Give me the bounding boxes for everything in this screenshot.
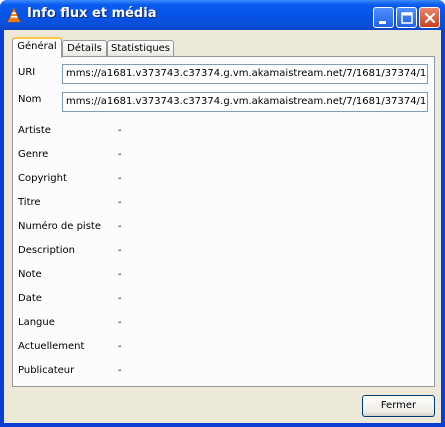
uri-field[interactable]: mms://a1681.v373743.c37374.g.vm.akamaist…: [62, 64, 428, 84]
description-value: -: [118, 245, 122, 256]
tab-statistiques[interactable]: Statistiques: [107, 40, 174, 57]
artiste-label: Artiste: [18, 125, 51, 136]
tab-general[interactable]: Général: [12, 37, 62, 58]
dialog-window: Info flux et média Général Détails Stati…: [0, 0, 445, 427]
note-value: -: [118, 269, 122, 280]
close-button[interactable]: [419, 7, 440, 28]
nom-label: Nom: [18, 94, 42, 105]
copyright-value: -: [118, 173, 122, 184]
genre-value: -: [118, 149, 122, 160]
dialog-client-area: Général Détails Statistiques URI mms://a…: [4, 30, 441, 423]
numero-piste-value: -: [118, 221, 122, 232]
publicateur-value: -: [118, 365, 122, 376]
genre-label: Genre: [18, 149, 49, 160]
date-label: Date: [18, 293, 42, 304]
window-bottom-border: [0, 423, 445, 427]
window-title: Info flux et média: [27, 6, 157, 21]
date-value: -: [118, 293, 122, 304]
numero-piste-label: Numéro de piste: [18, 221, 101, 232]
minimize-button[interactable]: [373, 7, 394, 28]
general-panel: URI mms://a1681.v373743.c37374.g.vm.akam…: [12, 56, 435, 387]
artiste-value: -: [118, 125, 122, 136]
langue-label: Langue: [18, 317, 55, 328]
minimize-icon: [379, 21, 386, 24]
maximize-button[interactable]: [396, 7, 417, 28]
publicateur-label: Publicateur: [18, 365, 75, 376]
titre-label: Titre: [18, 197, 41, 208]
uri-label: URI: [18, 67, 36, 78]
actuellement-label: Actuellement: [18, 341, 85, 352]
langue-value: -: [118, 317, 122, 328]
copyright-label: Copyright: [18, 173, 67, 184]
actuellement-value: -: [118, 341, 122, 352]
maximize-icon: [401, 12, 413, 24]
title-bar[interactable]: Info flux et média: [0, 0, 445, 30]
tab-details[interactable]: Détails: [62, 40, 107, 57]
close-dialog-button[interactable]: Fermer: [362, 395, 435, 417]
note-label: Note: [18, 269, 42, 280]
close-icon: [424, 12, 436, 24]
nom-field[interactable]: mms://a1681.v373743.c37374.g.vm.akamaist…: [62, 92, 428, 112]
titre-value: -: [118, 197, 122, 208]
description-label: Description: [18, 245, 75, 256]
vlc-cone-icon: [7, 7, 21, 23]
